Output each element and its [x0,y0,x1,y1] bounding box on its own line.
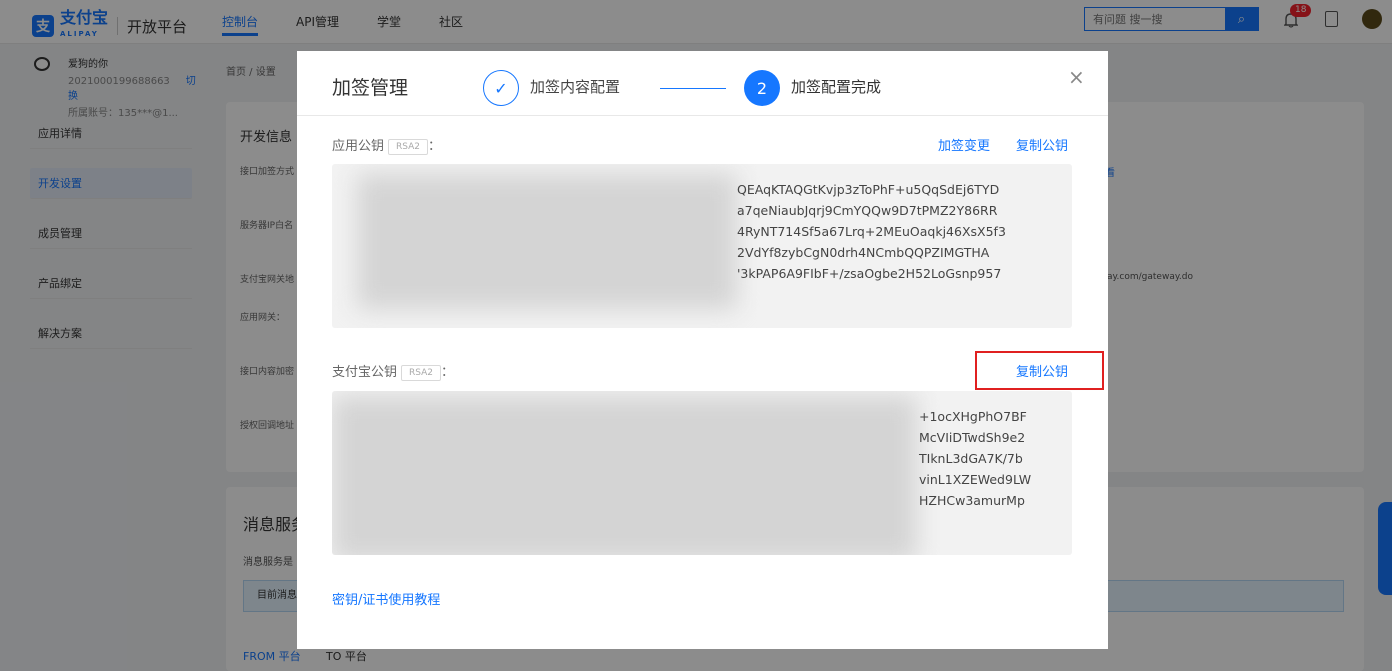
step1-label: 加签内容配置 [530,78,621,96]
step-connector [660,88,726,89]
step1-check-icon: ✓ [483,70,519,106]
redacted-blur [332,396,917,555]
step2-indicator: 2 [744,70,780,106]
copy-app-key-link[interactable]: 复制公钥 [1016,135,1068,154]
modal-title: 加签管理 [332,77,409,99]
close-icon[interactable]: × [1068,65,1085,89]
step1-check-glyph: ✓ [494,78,508,98]
key-line: '3kPAP6A9FIbF+/zsaOgbe2H52LoGsnp957 [737,266,1002,281]
key-line: +1ocXHgPhO7BF [919,409,1027,424]
key-line: TIknL3dGA7K/7b [919,451,1023,466]
key-line: 4RyNT714Sf5a67Lrq+2MEuOaqkj46XsX5f3 [737,224,1006,239]
change-sign-link[interactable]: 加签变更 [938,135,990,154]
app-public-key-box: QEAqKTAQGtKvjp3zToPhF+u5QqSdEj6TYD a7qeN… [332,164,1072,328]
highlight-box [975,351,1104,390]
alipay-public-key-text: +1ocXHgPhO7BF McVIiDTwdSh9e2 TIknL3dGA7K… [919,406,1031,511]
key-line: vinL1XZEWed9LW [919,472,1032,487]
step2-label: 加签配置完成 [791,78,882,96]
app-key-label-text: 应用公钥 [332,139,385,154]
key-tutorial-link[interactable]: 密钥/证书使用教程 [332,589,440,608]
key-line: McVIiDTwdSh9e2 [919,430,1026,445]
app-public-key-text: QEAqKTAQGtKvjp3zToPhF+u5QqSdEj6TYD a7qeN… [737,179,1006,284]
header-divider [297,115,1108,116]
redacted-blur [357,174,737,309]
alipay-public-key-box: +1ocXHgPhO7BF McVIiDTwdSh9e2 TIknL3dGA7K… [332,391,1072,555]
key-line: HZHCw3amurMp [919,493,1025,508]
sign-management-modal: 加签管理 ✓ 加签内容配置 2 加签配置完成 × 应用公钥 RSA2： 加签变更 … [297,51,1108,649]
alipay-key-label-text: 支付宝公钥 [332,365,398,380]
key-line: a7qeNiaubJqrj9CmYQQw9D7tPMZ2Y86RR [737,203,998,218]
rsa2-tag: RSA2 [388,138,429,155]
alipay-public-key-label: 支付宝公钥 RSA2： [332,361,454,381]
key-line: QEAqKTAQGtKvjp3zToPhF+u5QqSdEj6TYD [737,182,1000,197]
alipay-key-colon: ： [441,365,455,380]
app-key-colon: ： [428,139,442,154]
app-public-key-label: 应用公钥 RSA2： [332,135,441,155]
key-line: 2VdYf8zybCgN0drh4NCmbQQPZIMGTHA [737,245,990,260]
rsa2-tag: RSA2 [401,364,442,381]
